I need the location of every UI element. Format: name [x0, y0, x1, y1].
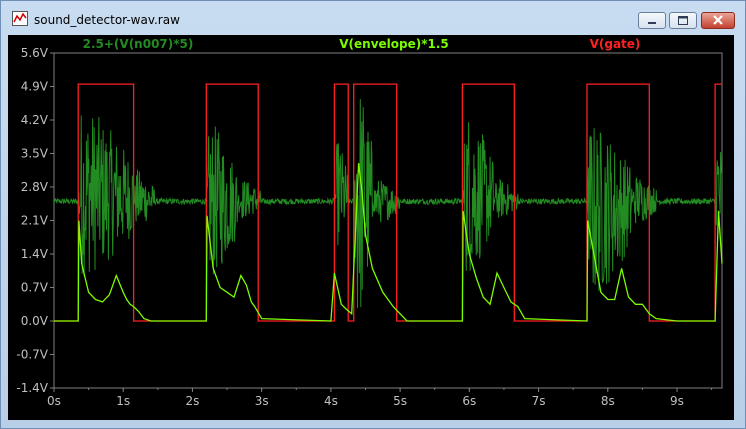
- y-tick-label: 2.8V: [21, 180, 49, 194]
- y-tick-label: 1.4V: [21, 247, 49, 261]
- close-button[interactable]: [701, 12, 735, 29]
- y-tick-label: 4.9V: [21, 80, 49, 94]
- waveform-chart-icon: [12, 11, 28, 26]
- y-tick-label: 2.1V: [21, 214, 49, 228]
- window-title: sound_detector-wav.raw: [34, 13, 180, 27]
- x-tick-label: 7s: [532, 394, 546, 408]
- x-tick-label: 1s: [116, 394, 130, 408]
- plot-pane[interactable]: 5.6V 4.9V 4.2V 3.5V 2.8V 2.1V 1.4V 0.7V 0.0V -0.7…: [8, 35, 734, 420]
- maximize-button[interactable]: [669, 12, 697, 29]
- signal-trace-n007[interactable]: [53, 98, 723, 308]
- x-tick-label: 0s: [47, 394, 61, 408]
- plot-window: sound_detector-wav.raw 5.6V 4.9V 4.2V 3.5V 2…: [0, 0, 746, 429]
- legend-entry[interactable]: V(gate): [590, 37, 641, 51]
- y-tick-label: 0.0V: [21, 314, 49, 328]
- x-tick-label: 9s: [670, 394, 684, 408]
- waveform-plot[interactable]: 5.6V 4.9V 4.2V 3.5V 2.8V 2.1V 1.4V 0.7V 0.0V -0.7…: [8, 35, 734, 420]
- legend-entry[interactable]: V(envelope)*1.5: [339, 37, 449, 51]
- y-tick-label: 4.2V: [21, 113, 49, 127]
- legend-entry[interactable]: 2.5+(V(n007)*5): [83, 37, 194, 51]
- y-tick-label: 5.6V: [21, 46, 49, 60]
- y-tick-label: -0.7V: [16, 348, 48, 362]
- minimize-button[interactable]: [638, 12, 666, 29]
- x-tick-label: 6s: [462, 394, 476, 408]
- y-tick-label: 3.5V: [21, 147, 49, 161]
- title-bar[interactable]: sound_detector-wav.raw: [1, 1, 745, 35]
- y-tick-label: 0.7V: [21, 281, 49, 295]
- x-tick-label: 5s: [393, 394, 407, 408]
- minimize-icon: [648, 22, 656, 24]
- x-tick-label: 2s: [186, 394, 200, 408]
- x-tick-label: 4s: [324, 394, 338, 408]
- x-tick-label: 8s: [601, 394, 615, 408]
- close-icon: [713, 15, 723, 25]
- y-tick-label: -1.4V: [16, 381, 48, 395]
- maximize-icon: [678, 16, 688, 25]
- x-tick-label: 3s: [255, 394, 269, 408]
